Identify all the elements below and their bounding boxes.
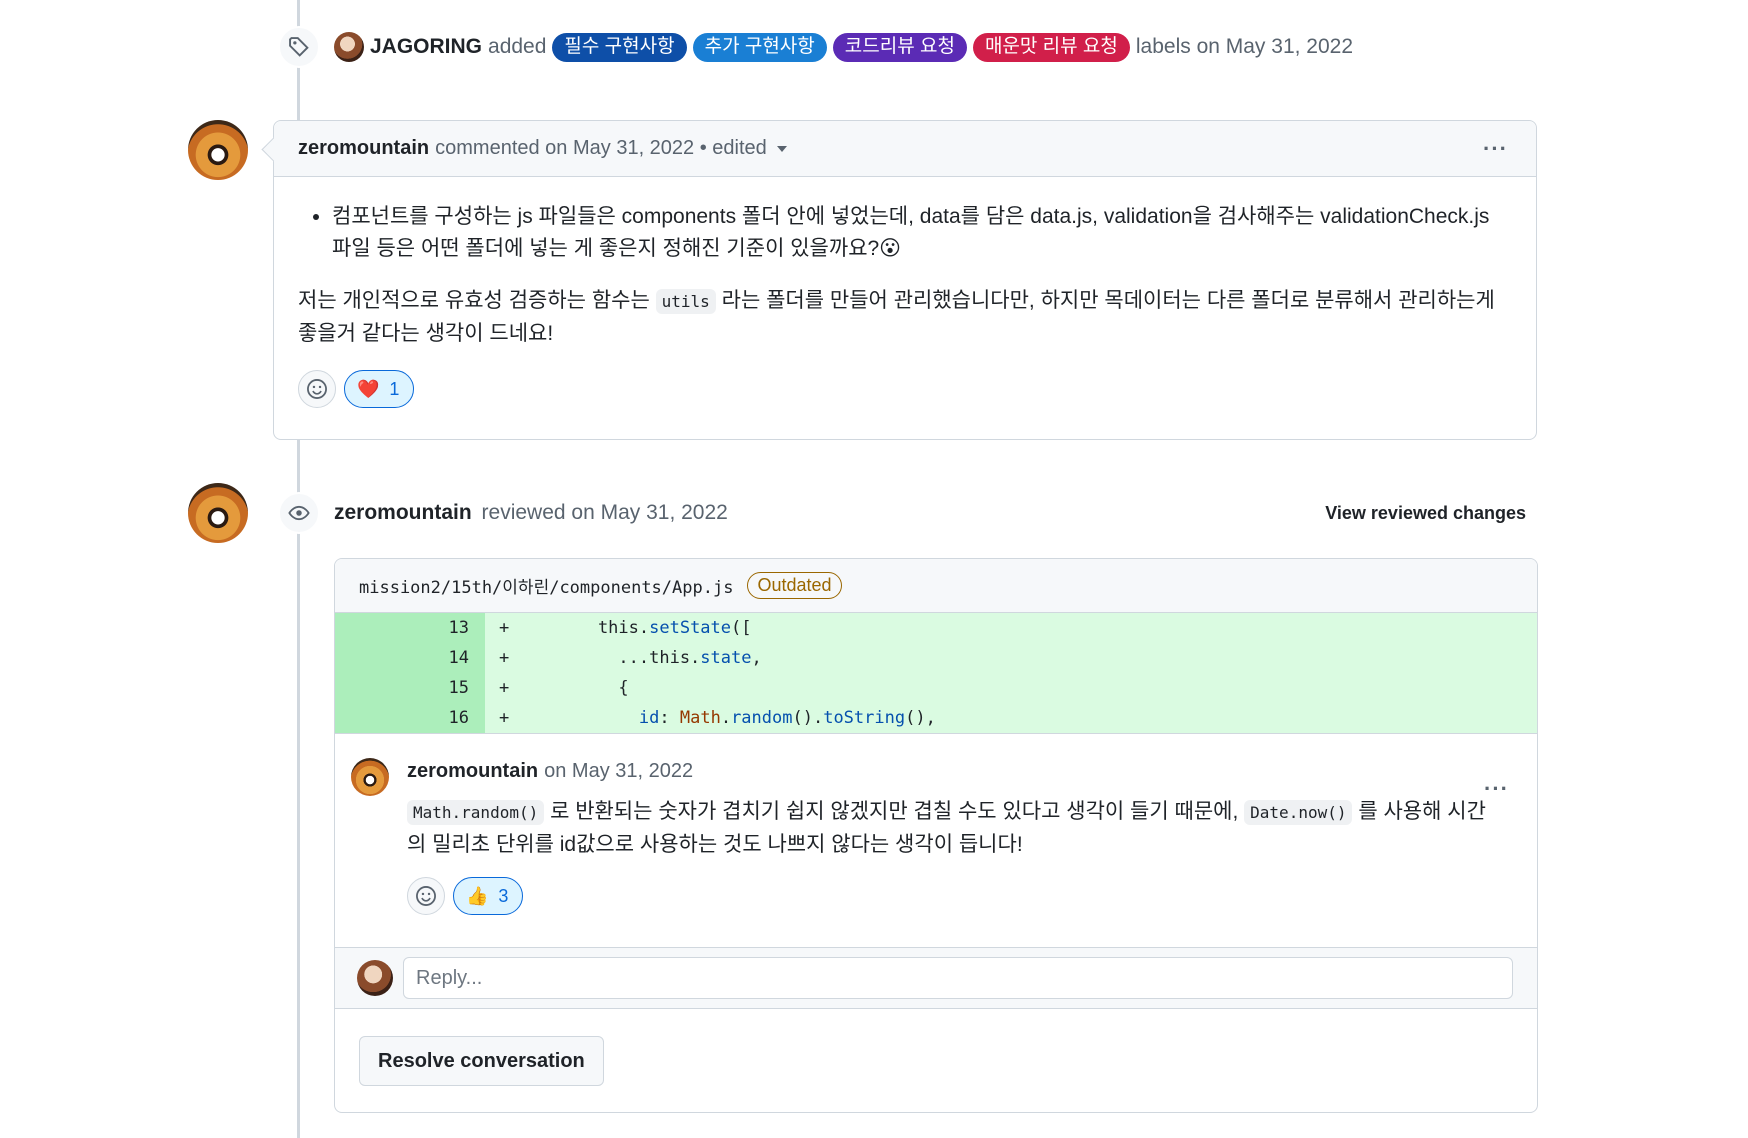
- label-badge[interactable]: 코드리뷰 요청: [832, 32, 967, 62]
- inline-code: Math.random(): [407, 800, 545, 825]
- inline-code: utils: [655, 289, 716, 314]
- avatar[interactable]: [351, 758, 389, 796]
- code-text: ...this.state,: [557, 648, 762, 668]
- heart-reaction-button[interactable]: ❤️ 1: [344, 370, 415, 408]
- file-header: mission2/15th/이하린/components/App.js Outd…: [335, 559, 1537, 613]
- comment-body: 컴포넌트를 구성하는 js 파일들은 components 폴더 안에 넣었는데…: [274, 177, 1536, 408]
- code-text: id: Math.random().toString(),: [638, 708, 936, 728]
- view-reviewed-changes-link[interactable]: View reviewed changes: [1325, 503, 1526, 524]
- line-number[interactable]: 14: [335, 643, 485, 673]
- diff-sign: +: [499, 648, 510, 668]
- review-thread: mission2/15th/이하린/components/App.js Outd…: [334, 558, 1538, 1113]
- label-event-action: added: [488, 35, 547, 58]
- review-meta: reviewed on May 31, 2022: [481, 501, 728, 524]
- diff-line: 16 + id: Math.random().toString(),: [335, 703, 1537, 733]
- smiley-icon[interactable]: [407, 877, 445, 915]
- reactions: ❤️ 1: [298, 370, 1512, 408]
- thread-comment-author[interactable]: zeromountain: [407, 760, 538, 783]
- inline-code: Date.now(): [1244, 800, 1353, 825]
- kebab-menu-icon[interactable]: ···: [1483, 136, 1508, 162]
- comment-paragraph: 저는 개인적으로 유효성 검증하는 함수는 utils 라는 폴더를 만들어 관…: [298, 285, 1512, 350]
- comment-box: zeromountain commented on May 31, 2022 •…: [273, 120, 1537, 440]
- tag-icon: [278, 26, 320, 68]
- label-badge[interactable]: 필수 구현사항: [552, 32, 687, 62]
- comment-header: zeromountain commented on May 31, 2022 •…: [274, 121, 1536, 177]
- label-event-author[interactable]: JAGORING: [370, 35, 482, 59]
- thumbs-up-icon: 👍: [466, 885, 489, 906]
- code-text: {: [557, 678, 629, 698]
- comment-text: 로 반환되는 숫자가 겹치기 쉽지 않겠지만 겹칠 수도 있다고 생각이 들기 …: [544, 800, 1245, 823]
- diff-sign: +: [499, 678, 510, 698]
- diff-line: 13 + this.setState([: [335, 613, 1537, 643]
- diff-sign: +: [499, 708, 510, 728]
- diff-sign: +: [499, 618, 510, 638]
- avatar[interactable]: [188, 120, 248, 180]
- thumbs-up-reaction-button[interactable]: 👍 3: [453, 877, 524, 915]
- thread-comment-meta: on May 31, 2022: [544, 759, 694, 782]
- comment-meta: commented on May 31, 2022 • edited: [435, 137, 767, 159]
- eye-icon: [278, 492, 320, 534]
- comment-author[interactable]: zeromountain: [298, 137, 429, 160]
- diff-line: 15 + {: [335, 673, 1537, 703]
- heart-icon: ❤️: [357, 379, 380, 399]
- smiley-icon[interactable]: [298, 370, 336, 408]
- line-number[interactable]: 13: [335, 613, 485, 643]
- line-number[interactable]: 15: [335, 673, 485, 703]
- label-event-suffix: labels on May 31, 2022: [1135, 35, 1354, 58]
- reaction-count: 1: [389, 379, 400, 399]
- comment-text: 저는 개인적으로 유효성 검증하는 함수는: [298, 289, 656, 312]
- reply-row: [335, 947, 1537, 1009]
- thread-comment: zeromountain on May 31, 2022 ··· Math.ra…: [335, 733, 1537, 947]
- file-path[interactable]: mission2/15th/이하린/components/App.js: [359, 573, 733, 598]
- diff-line: 14 + ...this.state,: [335, 643, 1537, 673]
- thread-comment-body: Math.random() 로 반환되는 숫자가 겹치기 쉽지 않겠지만 겹칠 …: [407, 796, 1501, 861]
- kebab-menu-icon[interactable]: ···: [1484, 776, 1509, 802]
- avatar[interactable]: [334, 32, 364, 62]
- reaction-count: 3: [498, 885, 509, 906]
- chevron-down-icon[interactable]: [776, 145, 787, 152]
- line-number[interactable]: 16: [335, 703, 485, 733]
- outdated-badge: Outdated: [747, 572, 842, 599]
- label-badge[interactable]: 매운맛 리뷰 요청: [972, 32, 1130, 62]
- label-badge[interactable]: 추가 구현사항: [692, 32, 827, 62]
- code-text: this.setState([: [557, 618, 752, 638]
- avatar: [357, 960, 393, 996]
- label-event: JAGORING added 필수 구현사항 추가 구현사항 코드리뷰 요청 매…: [278, 26, 1353, 68]
- review-event: zeromountain reviewed on May 31, 2022 Vi…: [278, 492, 1538, 534]
- comment-bullet: 컴포넌트를 구성하는 js 파일들은 components 폴더 안에 넣었는데…: [332, 201, 1512, 265]
- reply-input[interactable]: [403, 957, 1513, 999]
- reactions: 👍 3: [407, 877, 1521, 915]
- resolve-conversation-button[interactable]: Resolve conversation: [359, 1036, 604, 1086]
- avatar[interactable]: [188, 483, 248, 543]
- review-author[interactable]: zeromountain: [334, 501, 472, 524]
